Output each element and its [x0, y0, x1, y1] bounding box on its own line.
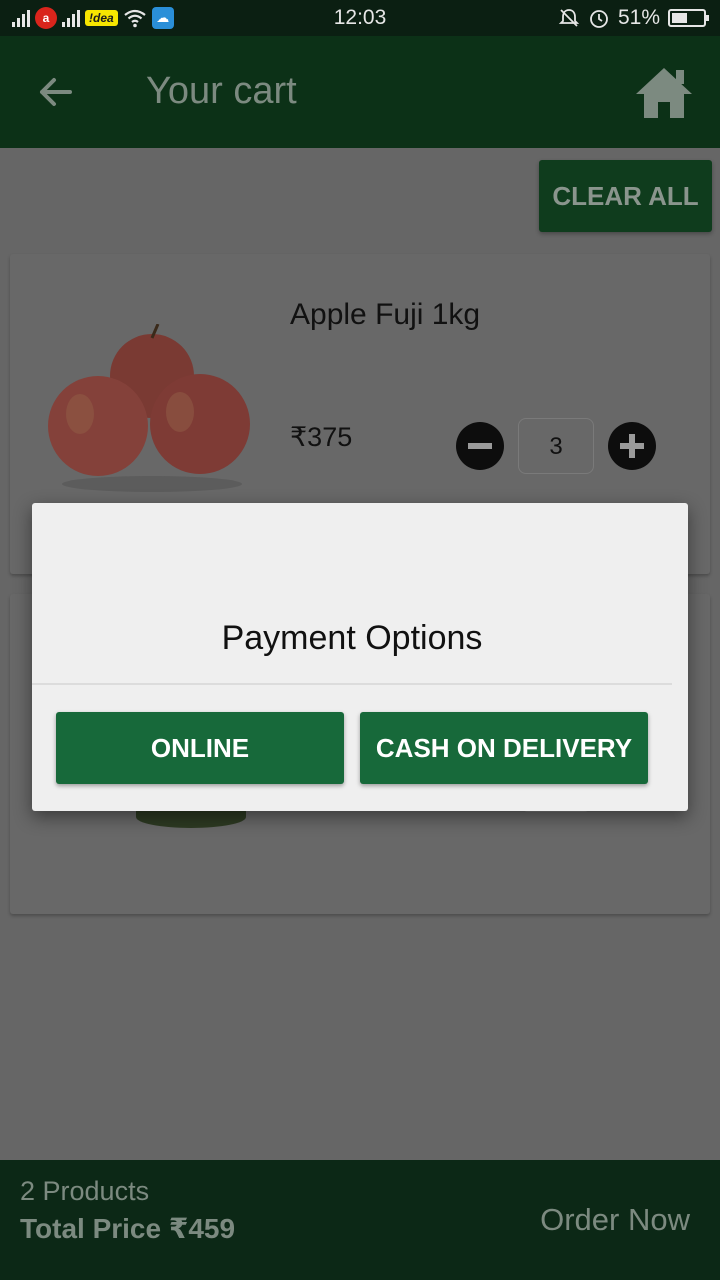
home-icon[interactable]	[634, 64, 694, 120]
product-image	[48, 324, 250, 492]
total-price: Total Price ₹459	[20, 1213, 236, 1244]
page-title: Your cart	[146, 70, 297, 112]
product-price: ₹375	[290, 422, 353, 452]
cash-on-delivery-button[interactable]: CASH ON DELIVERY	[360, 712, 648, 784]
battery-percent: 51%	[617, 6, 660, 29]
bottom-bar: 2 Products Total Price ₹459 Order Now	[0, 1160, 720, 1280]
order-now-button[interactable]: Order Now	[540, 1202, 690, 1238]
product-name: Apple Fuji 1kg	[290, 298, 481, 331]
minus-circle-icon[interactable]	[456, 422, 504, 470]
back-arrow-icon[interactable]	[34, 70, 78, 114]
clear-all-button[interactable]: CLEAR ALL	[539, 160, 712, 232]
status-bar: a !dea ☁ 12:03 51%	[0, 0, 720, 36]
battery-icon	[668, 9, 709, 27]
dialog-divider	[32, 683, 672, 685]
quantity-field[interactable]: 3	[518, 418, 594, 474]
payment-options-dialog: Payment Options ONLINE CASH ON DELIVERY	[32, 503, 688, 811]
app-bar: Your cart	[0, 36, 720, 148]
plus-circle-icon[interactable]	[608, 422, 656, 470]
status-icons-right: 51%	[558, 6, 709, 30]
online-payment-button[interactable]: ONLINE	[56, 712, 344, 784]
dialog-title: Payment Options	[221, 619, 483, 657]
product-count: 2 Products	[20, 1176, 150, 1206]
alarm-icon	[590, 10, 608, 28]
mute-bell-icon	[558, 9, 580, 27]
